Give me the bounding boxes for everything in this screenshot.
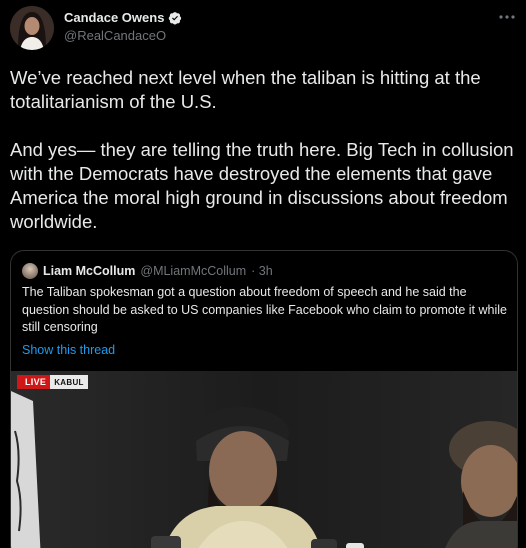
quoted-tweet-text: The Taliban spokesman got a question abo… bbox=[22, 285, 507, 334]
quoted-author-name[interactable]: Liam McCollum bbox=[43, 264, 135, 278]
more-horizontal-icon[interactable] bbox=[498, 10, 516, 24]
show-thread-link[interactable]: Show this thread bbox=[22, 343, 115, 357]
tweet-paragraph-1: We’ve reached next level when the taliba… bbox=[10, 67, 481, 112]
video-frame-image bbox=[11, 371, 517, 548]
quoted-tweet-video[interactable]: LIVE KABUL bbox=[11, 371, 517, 548]
author-name-text: Candace Owens bbox=[64, 10, 165, 25]
quoted-author-handle[interactable]: @MLiamMcCollum bbox=[140, 264, 246, 278]
author-display-name[interactable]: Candace Owens bbox=[64, 10, 182, 25]
author-avatar[interactable] bbox=[10, 6, 54, 50]
live-label: LIVE bbox=[17, 375, 51, 389]
location-label: KABUL bbox=[50, 375, 88, 389]
quoted-tweet[interactable]: Liam McCollum @MLiamMcCollum · 3h The Ta… bbox=[10, 250, 518, 548]
quoted-tweet-time: · 3h bbox=[251, 264, 273, 278]
quoted-tweet-header: Liam McCollum @MLiamMcCollum · 3h bbox=[22, 263, 273, 279]
tweet-paragraph-2: And yes— they are telling the truth here… bbox=[10, 139, 514, 232]
tweet: Candace Owens @RealCandaceO We’ve reache… bbox=[0, 0, 526, 548]
verified-badge-icon bbox=[169, 11, 182, 24]
live-badge: LIVE KABUL bbox=[17, 375, 88, 389]
quoted-author-avatar[interactable] bbox=[22, 263, 38, 279]
tweet-text: We’ve reached next level when the taliba… bbox=[10, 66, 516, 234]
author-handle[interactable]: @RealCandaceO bbox=[64, 28, 166, 43]
